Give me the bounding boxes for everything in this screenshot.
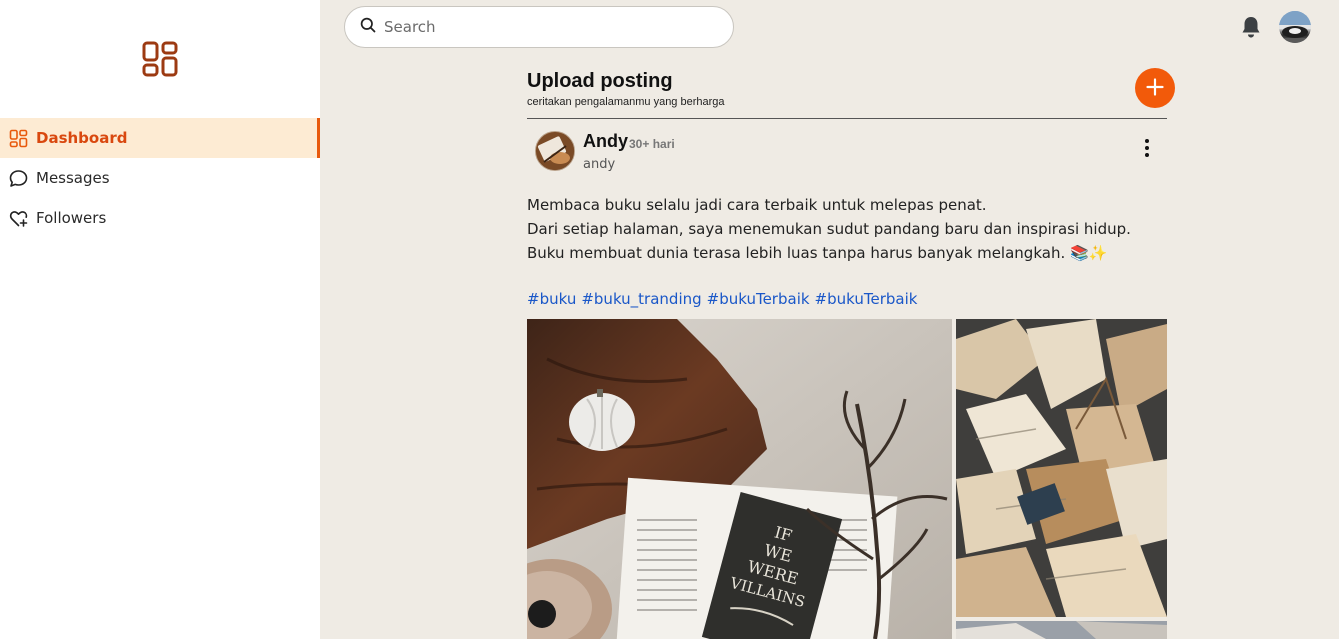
dashboard-icon (9, 129, 28, 148)
post-hashtags: #buku #buku_tranding #bukuTerbaik #bukuT… (527, 289, 917, 309)
plus-icon (1146, 77, 1164, 99)
user-avatar[interactable] (1279, 11, 1311, 43)
post-username: andy (583, 157, 616, 172)
hashtag-link[interactable]: #buku (527, 289, 576, 309)
more-options-icon[interactable] (1139, 138, 1155, 158)
upload-subtitle: ceritakan pengalamanmu yang berharga (527, 96, 725, 108)
post-image-side[interactable] (956, 621, 1167, 639)
hashtag-link[interactable]: #buku_tranding (581, 289, 701, 309)
sidebar-item-followers[interactable]: Followers (0, 198, 320, 238)
post-image-side[interactable] (956, 319, 1167, 617)
post-body-line: Dari setiap halaman, saya menemukan sudu… (527, 220, 1131, 238)
sidebar-item-label: Messages (36, 169, 110, 187)
post-author-name[interactable]: Andy (583, 131, 628, 152)
bell-icon[interactable] (1240, 15, 1262, 39)
upload-title: Upload posting (527, 70, 673, 92)
divider (527, 118, 1167, 119)
sidebar-item-label: Dashboard (36, 129, 128, 147)
sidebar-nav: Dashboard Messages Followers (0, 118, 320, 238)
post-author-avatar[interactable] (535, 131, 575, 171)
search-bar[interactable] (344, 6, 734, 48)
sidebar-item-label: Followers (36, 209, 107, 227)
post-timestamp: 30+ hari (629, 137, 675, 151)
sidebar: Dashboard Messages Followers (0, 0, 320, 639)
hashtag-link[interactable]: #bukuTerbaik (815, 289, 918, 309)
post-body: Membaca buku selalu jadi cara terbaik un… (527, 193, 1167, 265)
chat-bubble-icon (9, 169, 28, 188)
post-body-line: Buku membuat dunia terasa lebih luas tan… (527, 244, 1108, 262)
search-input[interactable] (384, 18, 704, 36)
search-icon (360, 17, 376, 37)
sidebar-item-dashboard[interactable]: Dashboard (0, 118, 320, 158)
post-image-main[interactable]: IF WE WERE VILLAINS (527, 319, 952, 639)
post-body-line: Membaca buku selalu jadi cara terbaik un… (527, 196, 987, 214)
heart-plus-icon (9, 209, 28, 228)
dashboard-grid-icon[interactable] (142, 41, 178, 77)
sidebar-item-messages[interactable]: Messages (0, 158, 320, 198)
hashtag-link[interactable]: #bukuTerbaik (707, 289, 810, 309)
add-post-button[interactable] (1135, 68, 1175, 108)
